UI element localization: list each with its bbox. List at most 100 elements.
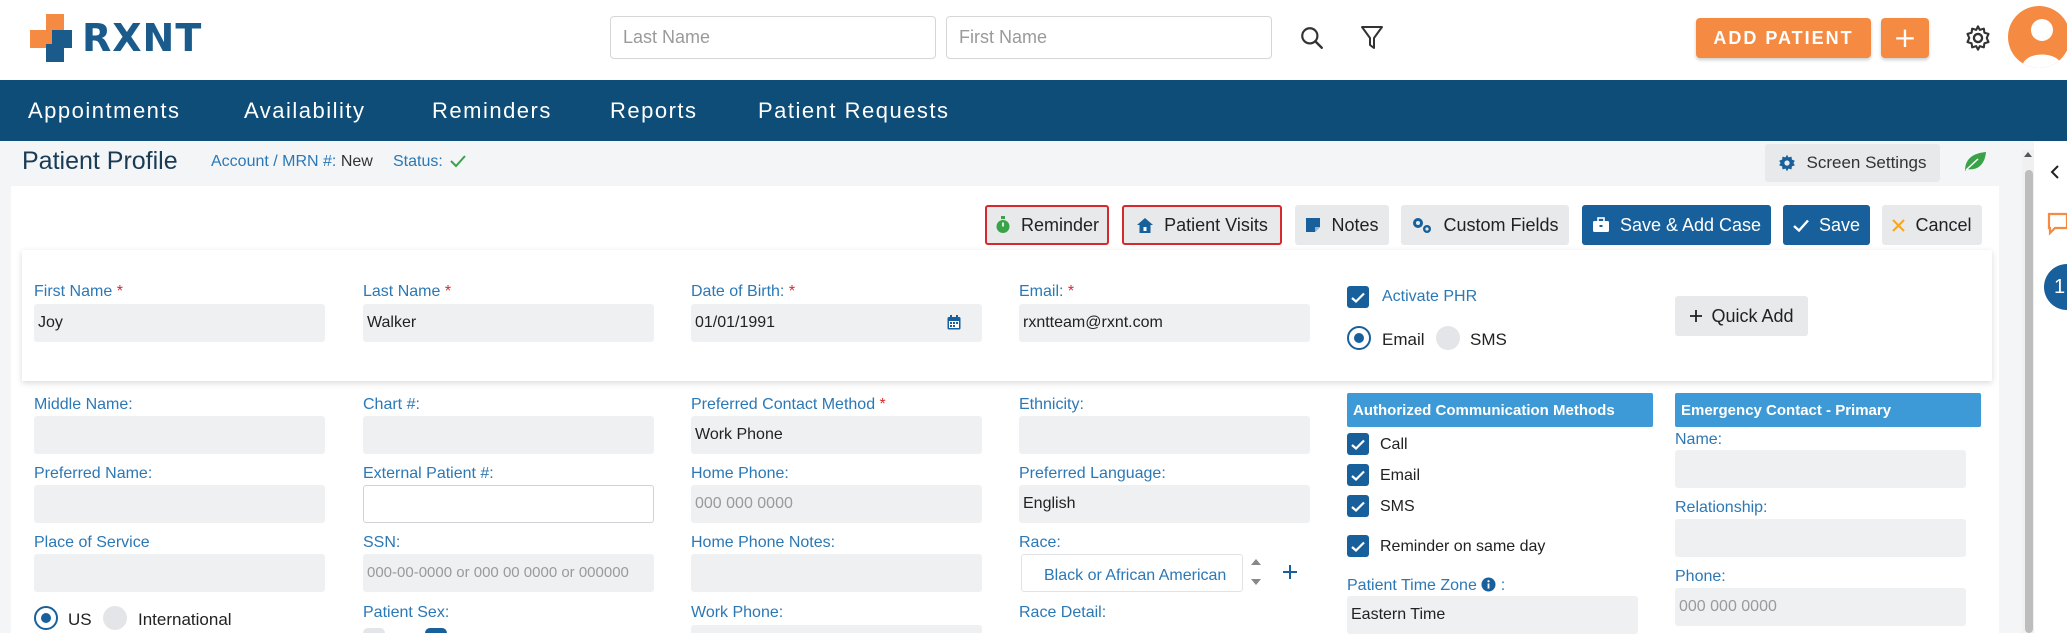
nav-patient-requests[interactable]: Patient Requests [758, 98, 950, 124]
quick-add-button[interactable]: Quick Add [1675, 296, 1808, 336]
leaf-icon[interactable] [1962, 150, 1988, 174]
preferred-name-label: Preferred Name: [34, 465, 153, 482]
sms-comm-checkbox[interactable] [1347, 495, 1369, 517]
scroll-up-icon[interactable] [2023, 150, 2033, 158]
screen-settings-label: Screen Settings [1806, 153, 1927, 172]
home-phone-notes-field[interactable] [691, 554, 982, 592]
emergency-contact-header: Emergency Contact - Primary [1675, 393, 1981, 427]
work-phone-label: Work Phone: [691, 604, 784, 621]
dob-label: Date of Birth: * [691, 283, 796, 300]
dob-value: 01/01/1991 [695, 314, 776, 331]
race-detail-label: Race Detail: [1019, 604, 1107, 621]
note-icon [1306, 218, 1321, 232]
emergency-name-field[interactable] [1675, 450, 1966, 488]
race-listbox[interactable]: Black or African American [1021, 554, 1243, 592]
email-field[interactable]: rxntteam@rxnt.com [1019, 304, 1310, 342]
home-phone-label: Home Phone: [691, 465, 789, 482]
collapse-arrow-icon[interactable] [2050, 165, 2060, 179]
first-name-field[interactable]: Joy [34, 304, 325, 342]
nav-reports[interactable]: Reports [610, 98, 698, 124]
scroll-arrows-icon[interactable] [1249, 556, 1263, 588]
reminder-button[interactable]: Reminder [985, 205, 1109, 245]
preferred-language-select[interactable]: English [1019, 485, 1310, 523]
nav-availability[interactable]: Availability [244, 98, 366, 124]
emergency-phone-field[interactable]: 000 000 0000 [1675, 588, 1966, 626]
external-patient-field[interactable] [363, 485, 654, 523]
reminder-same-day-checkbox[interactable] [1347, 535, 1369, 557]
stopwatch-icon [996, 216, 1010, 233]
search-icon[interactable] [1296, 22, 1328, 54]
page-title: Patient Profile [22, 147, 178, 175]
main-nav: Appointments Availability Reminders Repo… [0, 80, 2067, 141]
time-zone-select[interactable]: Eastern Time [1347, 596, 1638, 634]
first-name-search-input[interactable] [946, 16, 1272, 59]
custom-fields-button[interactable]: Custom Fields [1401, 205, 1569, 245]
save-label: Save [1818, 214, 1861, 235]
emergency-relationship-field[interactable] [1675, 519, 1966, 557]
home-icon [1137, 217, 1154, 233]
last-name-search-input[interactable] [610, 16, 936, 59]
phr-email-radio[interactable] [1347, 326, 1371, 350]
race-option[interactable]: Black or African American [1044, 567, 1226, 585]
add-patient-button[interactable]: ADD PATIENT [1696, 18, 1871, 58]
add-plus-button[interactable]: + [1881, 18, 1929, 58]
user-avatar[interactable] [2008, 6, 2067, 68]
dob-field[interactable]: 01/01/1991 [691, 304, 982, 342]
notes-button[interactable]: Notes [1295, 205, 1389, 245]
preferred-name-field[interactable] [34, 485, 325, 523]
preferred-contact-select[interactable]: Work Phone [691, 416, 982, 454]
sms-comm-label: SMS [1380, 498, 1415, 515]
sex-radio-a[interactable] [363, 628, 385, 633]
check-icon [1793, 219, 1809, 232]
emergency-phone-label: Phone: [1675, 568, 1726, 585]
reminder-same-day-label: Reminder on same day [1380, 538, 1546, 555]
scrollbar-thumb[interactable] [2025, 170, 2033, 633]
quick-add-label: Quick Add [1711, 305, 1794, 326]
save-button[interactable]: Save [1783, 205, 1870, 245]
activate-phr-checkbox[interactable] [1347, 286, 1369, 308]
ssn-label: SSN: [363, 534, 401, 551]
phr-sms-radio[interactable] [1436, 326, 1460, 350]
patient-sex-label: Patient Sex: [363, 604, 450, 621]
patient-visits-button[interactable]: Patient Visits [1122, 205, 1282, 245]
chart-field[interactable] [363, 416, 654, 454]
time-zone-label: Patient Time Zone : [1347, 577, 1506, 594]
place-of-service-field[interactable] [34, 554, 325, 592]
filter-icon[interactable] [1356, 22, 1388, 54]
nav-appointments[interactable]: Appointments [28, 98, 181, 124]
add-race-plus-icon[interactable] [1282, 564, 1298, 580]
external-patient-label: External Patient #: [363, 465, 494, 482]
save-add-case-button[interactable]: Save & Add Case [1582, 205, 1771, 245]
patient-visits-label: Patient Visits [1164, 214, 1268, 235]
ethnicity-field[interactable] [1019, 416, 1310, 454]
call-label: Call [1380, 436, 1408, 453]
account-label: Account / MRN #: New [211, 153, 373, 170]
info-icon[interactable] [1481, 577, 1496, 592]
cancel-button[interactable]: Cancel [1882, 205, 1982, 245]
activate-phr-label: Activate PHR [1382, 288, 1478, 305]
sex-radio-b[interactable] [425, 628, 447, 633]
middle-name-field[interactable] [34, 416, 325, 454]
call-checkbox[interactable] [1347, 433, 1369, 455]
email-comm-checkbox[interactable] [1347, 464, 1369, 486]
calendar-icon[interactable] [947, 315, 961, 330]
ssn-field[interactable]: 000-00-0000 or 000 00 0000 or 000000 [363, 554, 654, 592]
us-radio[interactable] [34, 606, 58, 630]
last-name-field[interactable]: Walker [363, 304, 654, 342]
gear-icon[interactable] [1962, 22, 1994, 54]
screen-settings-button[interactable]: Screen Settings [1765, 144, 1940, 182]
account-value: New [340, 153, 373, 170]
emergency-relationship-label: Relationship: [1675, 499, 1768, 516]
last-name-label: Last Name * [363, 283, 452, 300]
emergency-name-label: Name: [1675, 431, 1723, 448]
phr-email-label: Email [1382, 330, 1425, 349]
race-label: Race: [1019, 534, 1061, 551]
home-phone-field[interactable]: 000 000 0000 [691, 485, 982, 523]
nav-reminders[interactable]: Reminders [432, 98, 552, 124]
chat-icon[interactable] [2047, 212, 2067, 236]
international-radio[interactable] [103, 606, 127, 630]
work-phone-field[interactable] [691, 625, 982, 633]
gear-icon [1779, 154, 1796, 172]
preferred-language-label: Preferred Language: [1019, 465, 1166, 482]
brand-logo[interactable]: RXNT [30, 14, 202, 62]
